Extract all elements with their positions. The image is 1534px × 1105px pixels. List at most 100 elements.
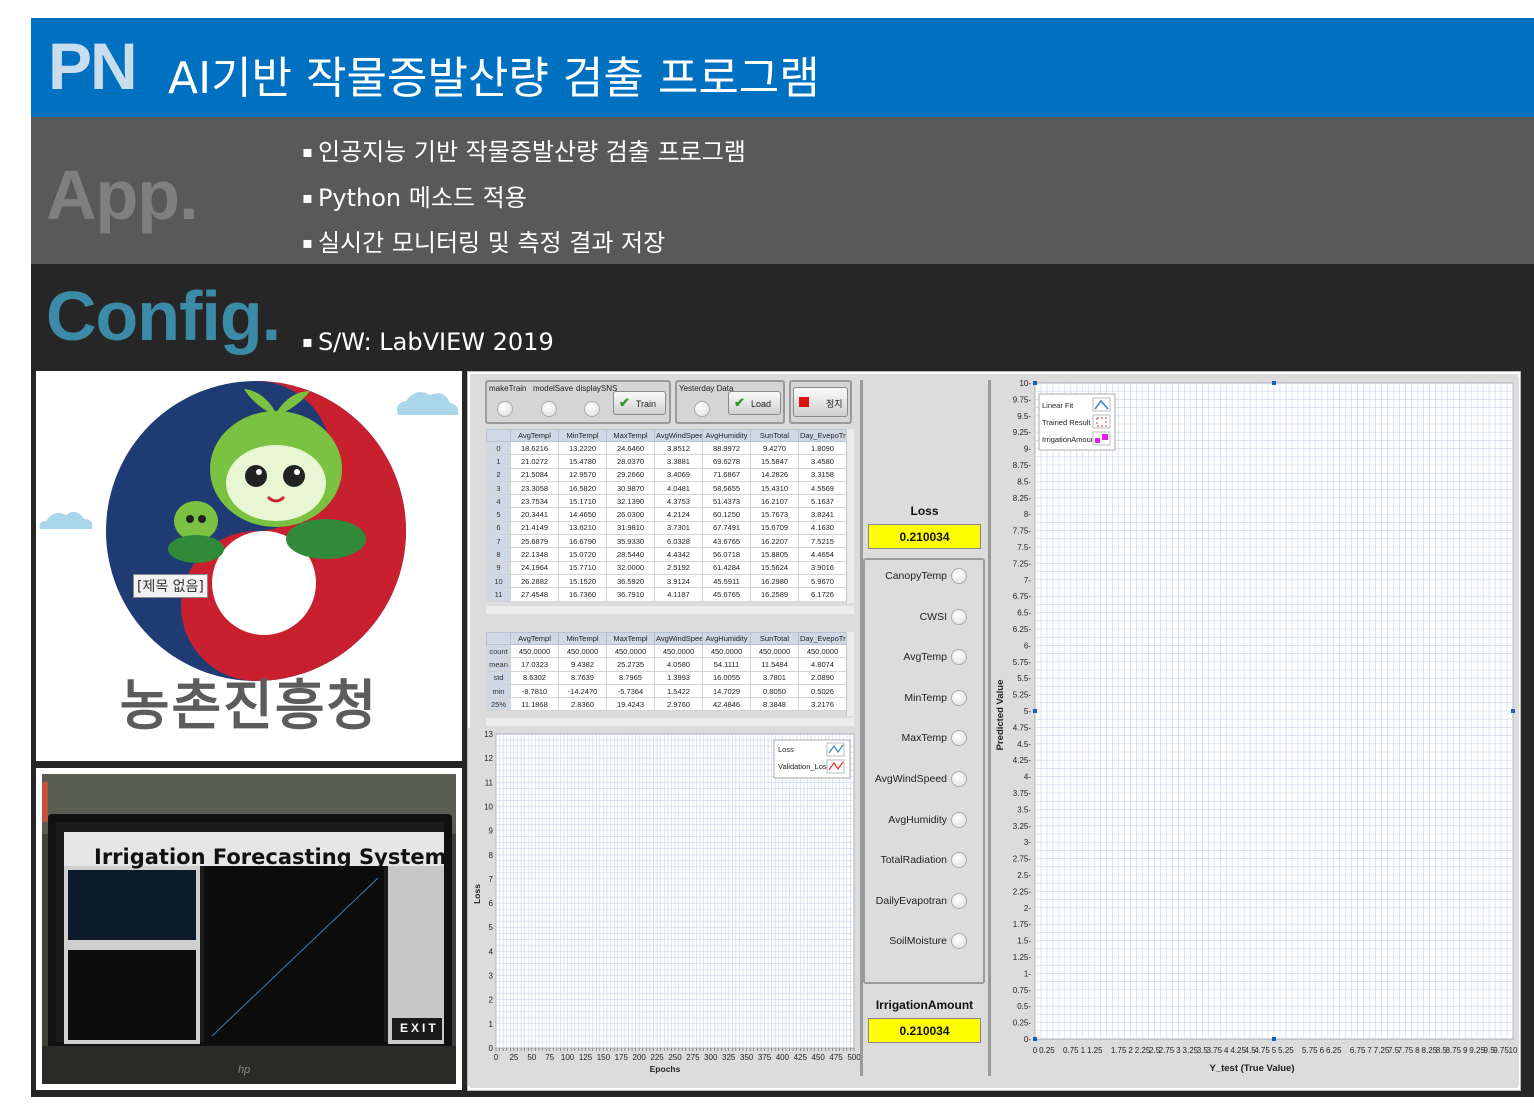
y-tick-label: 5	[489, 923, 494, 932]
statistics-table-hscrollbar[interactable]	[486, 718, 854, 726]
table-cell: 45.5911	[702, 573, 751, 589]
x-tick-label: 5.75	[1302, 1046, 1318, 1055]
cursor-marker	[1033, 709, 1037, 713]
table-cell: 450.0000	[702, 643, 751, 659]
model-save-toggle[interactable]	[541, 401, 557, 417]
stop-button[interactable]: 정지	[793, 387, 848, 417]
table-cell: 16.6790	[558, 534, 607, 549]
table-row[interactable]: 3 23.3058 16.5820 30.9870 4.0481 58.5655 15.43…	[486, 480, 847, 496]
y-tick-label: 4.5-	[1017, 740, 1031, 749]
y-tick-label: 10-	[1019, 379, 1031, 388]
table-cell: 15.4310	[750, 480, 799, 496]
table-row[interactable]: count 450.0000 450.0000 450.0000 450.0000 450…	[486, 643, 847, 659]
hp-logo: hp	[238, 1064, 251, 1076]
y-tick-label: 3.25-	[1013, 822, 1032, 831]
screen-exit-button: EXIT	[400, 1021, 439, 1035]
table-cell: 15.7710	[558, 560, 607, 575]
config-bullet: S/W: LabVIEW 2019	[302, 328, 554, 356]
statistics-table-scrollbar[interactable]	[846, 632, 854, 716]
x-tick-label: 25	[509, 1053, 518, 1062]
train-button[interactable]: ✔ Train	[613, 391, 666, 415]
table-cell: 24.1964	[510, 560, 559, 575]
table-row[interactable]: 10 26.2882 15.1520 36.5920 3.9124 45.5911 16.2…	[486, 573, 847, 589]
training-table-scrollbar[interactable]	[846, 429, 854, 603]
table-row[interactable]: 4 23.7534 15.1710 32.1390 4.3753 51.4373 16.21…	[486, 494, 847, 509]
variable-toggle[interactable]	[951, 608, 967, 625]
table-cell: 2.5192	[654, 560, 703, 575]
x-tick-label: 350	[740, 1053, 754, 1062]
loss-chart: 0 25 50 75 100 125 150 175 200 225 250 275 300 325 350…	[468, 728, 860, 1086]
table-row[interactable]: mean 17.0323 9.4382 25.2735 4.0580 54.1111 11.…	[486, 657, 847, 672]
legend-entry: Loss	[778, 745, 794, 754]
check-icon: ✔	[734, 395, 745, 410]
y-tick-label: 0.5-	[1017, 1002, 1031, 1011]
table-cell: 3.4069	[654, 467, 703, 482]
table-row[interactable]: 1 21.0272 15.4780 28.0370 3.3881 69.6278 15.58…	[486, 454, 847, 469]
table-row[interactable]: 2 21.5084 12.9570 29.2660 3.4069 71.6867 14.28…	[486, 467, 847, 482]
y-tick-label: 4	[489, 947, 494, 956]
table-cell: 20.3441	[510, 507, 559, 522]
make-train-toggle[interactable]	[497, 401, 513, 417]
row-header: 6	[486, 520, 511, 536]
x-tick-label: 125	[579, 1053, 593, 1062]
display-sns-toggle[interactable]	[584, 401, 600, 417]
table-cell: 14.4650	[558, 507, 607, 522]
y-tick-label: 8.5-	[1017, 477, 1031, 486]
load-button[interactable]: ✔ Load	[728, 391, 781, 415]
row-header: 7	[486, 534, 511, 549]
table-cell: 24.6460	[606, 440, 655, 456]
table-cell: 3.3881	[654, 454, 703, 469]
table-row[interactable]: 0 18.6216 13.2220 24.6460 3.8512 88.9972 9.427…	[486, 440, 847, 456]
table-row[interactable]: 25% 11.1868 2.8360 19.4243 2.9760 42.4846 8.38…	[486, 697, 847, 712]
x-tick-label: 100	[561, 1053, 575, 1062]
y-tick-label: 3-	[1024, 838, 1031, 847]
table-cell: 9.4382	[558, 657, 607, 672]
table-cell: 14.2826	[750, 467, 799, 482]
variable-toggle[interactable]	[951, 568, 967, 584]
yesterday-toggle[interactable]	[694, 401, 710, 417]
table-row[interactable]: 5 20.3441 14.4650 26.0300 4.2124 60.1250 15.76…	[486, 507, 847, 522]
variable-toggle[interactable]	[951, 771, 967, 787]
y-tick-label: 8-	[1024, 510, 1031, 519]
variable-toggle[interactable]	[951, 689, 967, 706]
variable-toggle[interactable]	[951, 649, 967, 666]
training-data-table[interactable]: AvgTempl MinTempl MaxTempl AvgWindSpeed AvgH…	[486, 429, 847, 602]
scatter-chart-legend: Linear Fit Trained Result IrrigationAmount	[1038, 393, 1116, 451]
table-cell: 21.0272	[510, 454, 559, 469]
table-cell: 56.0718	[702, 547, 751, 562]
variable-toggle[interactable]	[951, 852, 967, 869]
x-tick-label: 225	[650, 1053, 664, 1062]
table-cell: 3.8241	[798, 507, 847, 522]
table-row[interactable]: 9 24.1964 15.7710 32.0000 2.5192 61.4284 15.56…	[486, 560, 847, 575]
y-tick-label: 4-	[1024, 773, 1031, 782]
row-header: 2	[486, 467, 511, 482]
variable-toggle[interactable]	[951, 730, 967, 747]
y-tick-label: 0	[489, 1044, 494, 1053]
table-cell: 35.9330	[606, 534, 655, 549]
table-cell: 16.2980	[750, 573, 799, 589]
y-tick-label: 1	[489, 1020, 494, 1029]
variable-toggle[interactable]	[951, 811, 967, 828]
table-row[interactable]: std 8.6302 8.7639 8.7965 1.3993 16.0055 3.7801…	[486, 670, 847, 685]
x-tick-label: 8.75	[1445, 1046, 1461, 1055]
variable-toggle[interactable]	[951, 892, 967, 909]
legend-swatch	[1102, 434, 1108, 440]
table-row[interactable]: 7 25.6879 16.6790 35.9330 6.0328 43.6765 16.22…	[486, 534, 847, 549]
table-row[interactable]: 8 22.1348 15.0720 28.5440 4.4342 56.0718 15.88…	[486, 547, 847, 562]
table-cell: 67.7491	[702, 520, 751, 536]
table-cell: 16.7360	[558, 587, 607, 602]
statistics-table[interactable]: AvgTempl MinTempl MaxTempl AvgWindSpeed AvgH…	[486, 632, 847, 712]
table-cell: 4.3753	[654, 494, 703, 509]
table-row[interactable]: min -8.7810 -14.2470 -5.7364 1.5422 14.7029 0.…	[486, 683, 847, 699]
column-header: MinTempl	[558, 429, 607, 442]
cursor-marker	[1272, 1037, 1276, 1041]
column-header: AvgHumidity	[702, 632, 751, 645]
variable-toggle[interactable]	[951, 933, 967, 950]
variable-label: CanopyTemp	[885, 570, 947, 582]
table-row[interactable]: 11 27.4548 16.7360 36.7910 4.1187 45.6765 16.2…	[486, 587, 847, 602]
training-table-hscrollbar[interactable]	[486, 606, 854, 614]
table-row[interactable]: 6 21.4149 13.6210 31.9810 3.7301 67.7491 15.67…	[486, 520, 847, 536]
table-cell: 450.0000	[798, 643, 847, 659]
table-cell: 0.8050	[750, 683, 799, 699]
table-cell: 2.9760	[654, 697, 703, 712]
